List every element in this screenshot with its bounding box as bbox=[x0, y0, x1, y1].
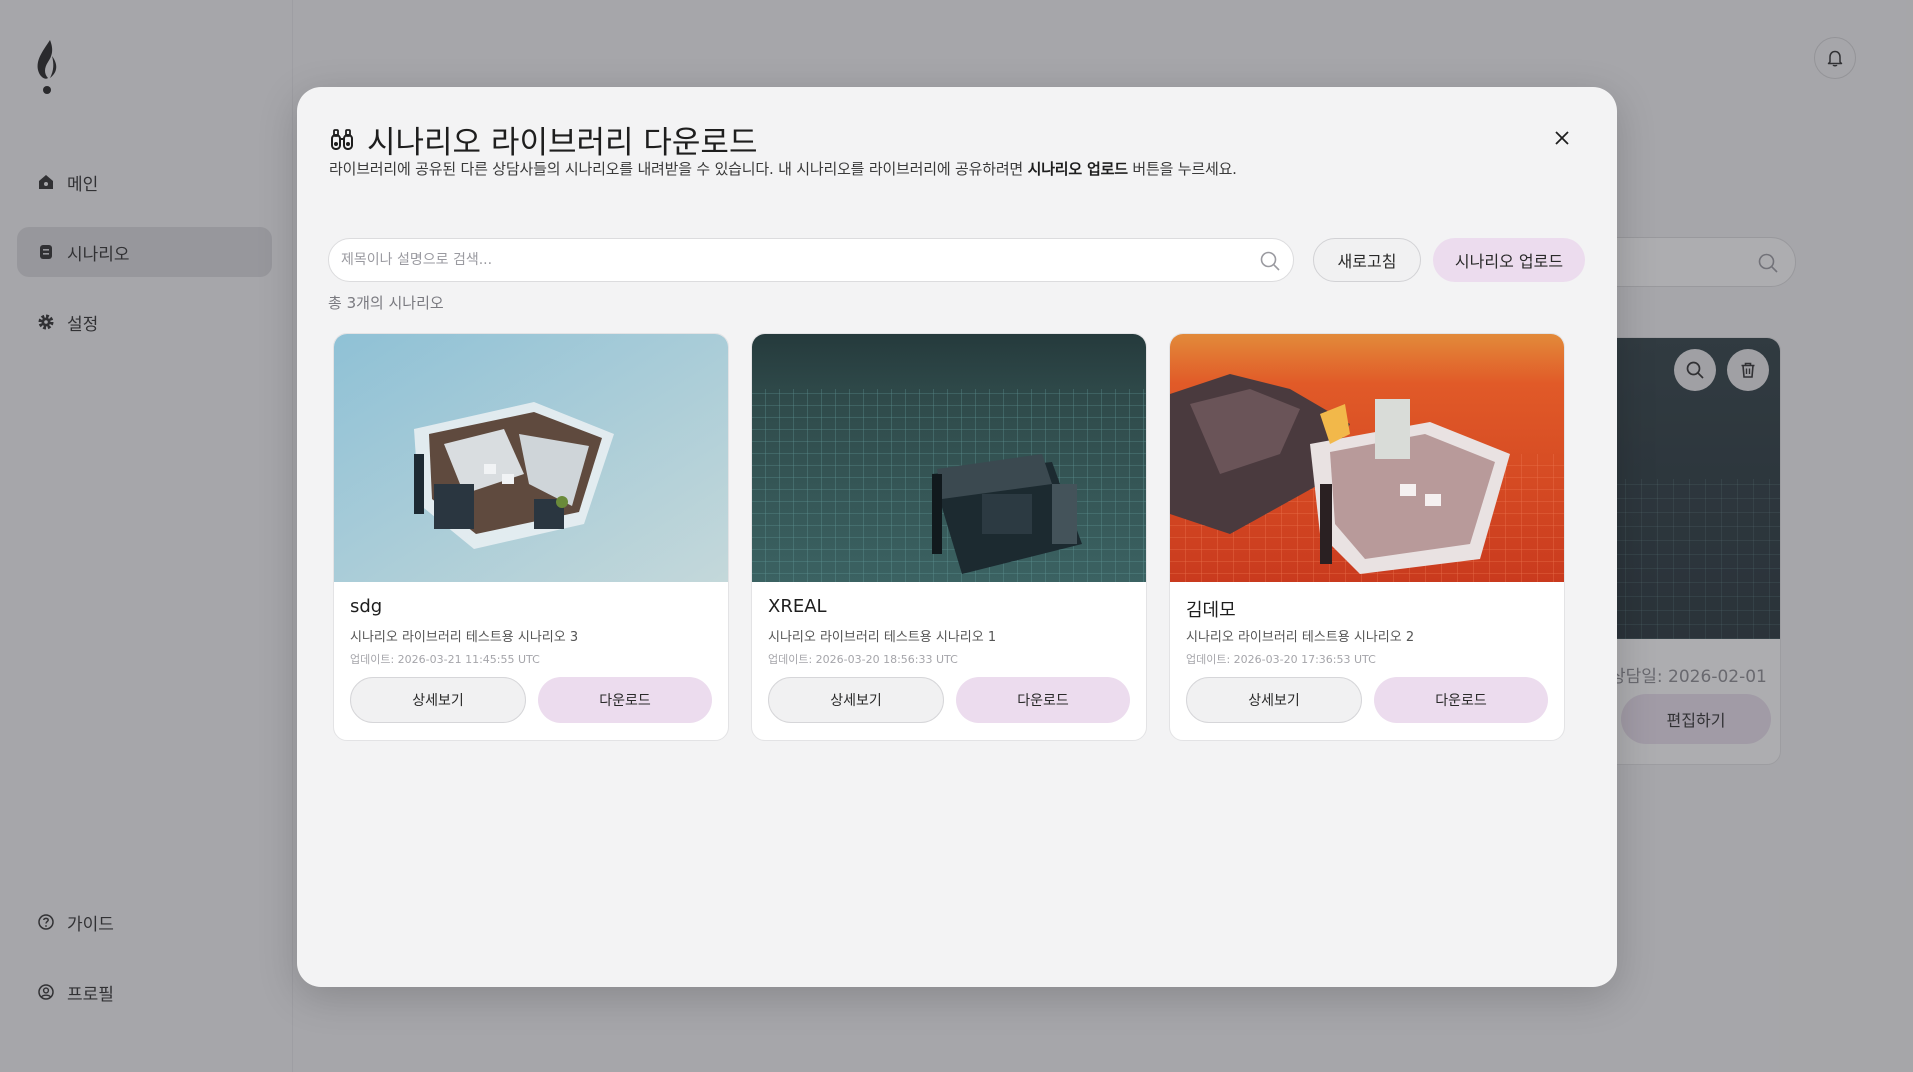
modal-description-suffix: 버튼을 누르세요. bbox=[1127, 160, 1237, 178]
modal-header: 시나리오 라이브러리 다운로드 bbox=[329, 117, 757, 162]
binoculars-icon bbox=[331, 128, 353, 150]
detail-button[interactable]: 상세보기 bbox=[350, 677, 526, 723]
upload-scenario-button[interactable]: 시나리오 업로드 bbox=[1433, 238, 1585, 282]
scene-image bbox=[334, 334, 728, 582]
modal-description-prefix: 라이브러리에 공유된 다른 상담사들의 시나리오를 내려받을 수 있습니다. 내… bbox=[329, 160, 1028, 178]
search-field bbox=[328, 238, 1294, 282]
scenario-thumbnail[interactable] bbox=[1170, 334, 1564, 582]
modal-title: 시나리오 라이브러리 다운로드 bbox=[367, 125, 758, 161]
card-description: 시나리오 라이브러리 테스트용 시나리오 2 bbox=[1186, 630, 1415, 645]
detail-button[interactable]: 상세보기 bbox=[768, 677, 944, 723]
search-icon[interactable] bbox=[1259, 250, 1281, 272]
scenario-thumbnail[interactable] bbox=[334, 334, 728, 582]
scenario-card: XREAL 시나리오 라이브러리 테스트용 시나리오 1 업데이트: 2026-… bbox=[751, 333, 1147, 741]
refresh-button[interactable]: 새로고침 bbox=[1313, 238, 1421, 282]
download-button[interactable]: 다운로드 bbox=[956, 677, 1130, 723]
card-updated: 업데이트: 2026-03-21 11:45:55 UTC bbox=[350, 653, 540, 666]
scenario-card: sdg 시나리오 라이브러리 테스트용 시나리오 3 업데이트: 2026-03… bbox=[333, 333, 729, 741]
detail-button[interactable]: 상세보기 bbox=[1186, 677, 1362, 723]
card-updated: 업데이트: 2026-03-20 18:56:33 UTC bbox=[768, 653, 958, 666]
card-description: 시나리오 라이브러리 테스트용 시나리오 3 bbox=[350, 630, 579, 645]
card-title: XREAL bbox=[768, 596, 827, 617]
card-title: 김데모 bbox=[1186, 600, 1236, 621]
card-description: 시나리오 라이브러리 테스트용 시나리오 1 bbox=[768, 630, 997, 645]
card-updated: 업데이트: 2026-03-20 17:36:53 UTC bbox=[1186, 653, 1376, 666]
scenario-thumbnail[interactable] bbox=[752, 334, 1146, 582]
scenario-card: 김데모 시나리오 라이브러리 테스트용 시나리오 2 업데이트: 2026-03… bbox=[1169, 333, 1565, 741]
download-button[interactable]: 다운로드 bbox=[538, 677, 712, 723]
scene-image bbox=[1170, 334, 1564, 582]
card-title: sdg bbox=[350, 596, 383, 617]
scene-image bbox=[752, 334, 1146, 582]
modal-description-bold: 시나리오 업로드 bbox=[1027, 160, 1128, 178]
close-icon bbox=[1555, 131, 1569, 145]
search-input[interactable] bbox=[341, 239, 1241, 281]
modal-description: 라이브러리에 공유된 다른 상담사들의 시나리오를 내려받을 수 있습니다. 내… bbox=[329, 158, 1237, 179]
scenario-count: 총 3개의 시나리오 bbox=[328, 294, 444, 312]
download-button[interactable]: 다운로드 bbox=[1374, 677, 1548, 723]
library-download-modal: 시나리오 라이브러리 다운로드 라이브러리에 공유된 다른 상담사들의 시나리오… bbox=[297, 87, 1617, 987]
close-button[interactable] bbox=[1547, 123, 1577, 153]
